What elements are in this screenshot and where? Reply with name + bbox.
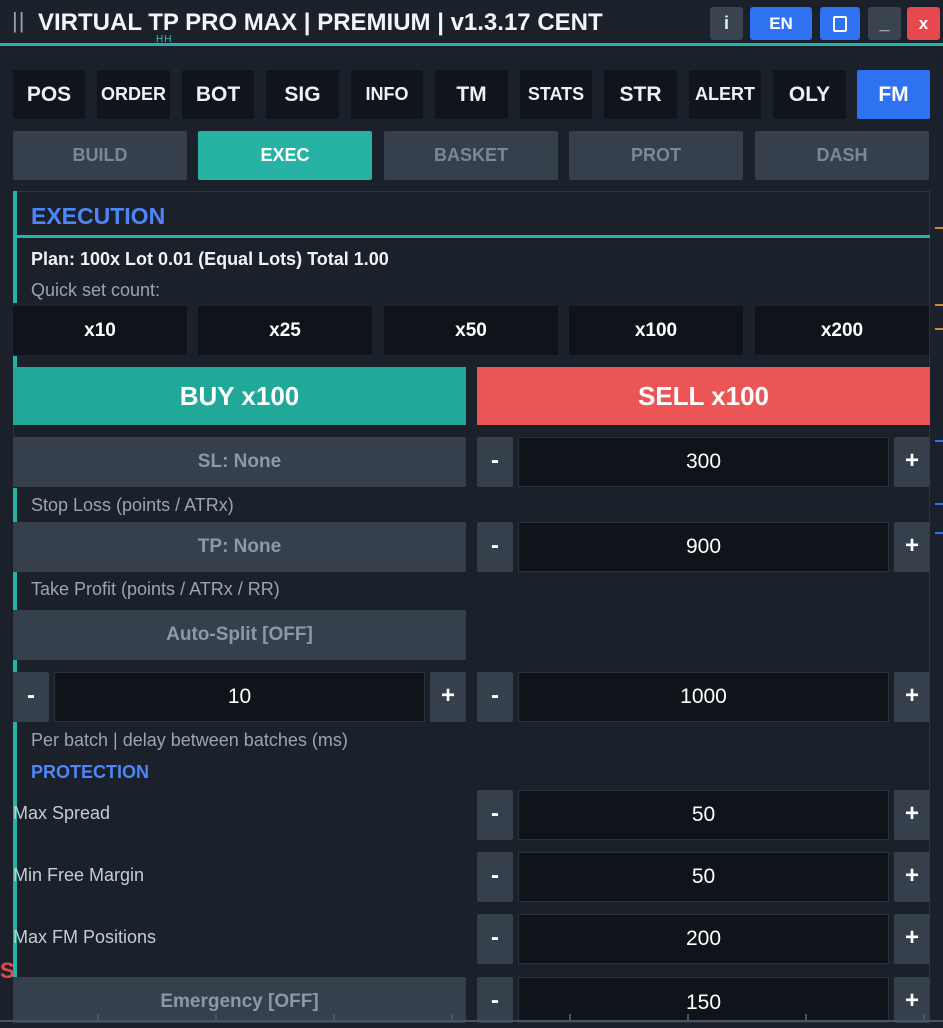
emergency-toggle[interactable]: Emergency [OFF] bbox=[13, 977, 466, 1023]
emergency-value-input[interactable]: 150 bbox=[518, 977, 889, 1023]
min-free-margin-plus-button[interactable]: + bbox=[894, 852, 930, 902]
auto-split-toggle[interactable]: Auto-Split [OFF] bbox=[13, 610, 466, 660]
accent-bar bbox=[13, 191, 17, 303]
tab-alert[interactable]: ALERT bbox=[689, 70, 761, 119]
batch-minus-button[interactable]: - bbox=[13, 672, 49, 722]
title-divider bbox=[0, 43, 943, 46]
drag-grip-icon[interactable]: || bbox=[12, 8, 25, 34]
axis-tick bbox=[923, 1014, 925, 1022]
per-batch-input[interactable]: 10 bbox=[54, 672, 425, 722]
sl-toggle-button[interactable]: SL: None bbox=[13, 437, 466, 487]
subtab-prot[interactable]: PROT bbox=[569, 131, 743, 180]
info-button[interactable]: i bbox=[710, 7, 743, 40]
min-free-margin-label: Min Free Margin bbox=[13, 865, 145, 885]
axis-tick bbox=[687, 1014, 689, 1022]
max-fm-positions-input[interactable]: 200 bbox=[518, 914, 889, 964]
quick-x200-button[interactable]: x200 bbox=[755, 306, 929, 355]
axis-tick bbox=[451, 1014, 453, 1022]
plan-summary: Plan: 100x Lot 0.01 (Equal Lots) Total 1… bbox=[31, 249, 389, 269]
sl-value-input[interactable]: 300 bbox=[518, 437, 889, 487]
tab-tm[interactable]: TM bbox=[435, 70, 508, 119]
quick-x10-button[interactable]: x10 bbox=[13, 306, 187, 355]
max-spread-plus-button[interactable]: + bbox=[894, 790, 930, 840]
tp-toggle-button[interactable]: TP: None bbox=[13, 522, 466, 572]
subtab-dash[interactable]: DASH bbox=[755, 131, 929, 180]
tab-oly[interactable]: OLY bbox=[773, 70, 846, 119]
axis-tick bbox=[97, 1014, 99, 1022]
edge-tick bbox=[935, 304, 943, 306]
bottom-axis bbox=[0, 1020, 943, 1022]
max-spread-label: Max Spread bbox=[13, 803, 111, 823]
section-title-protection: PROTECTION bbox=[31, 762, 150, 782]
axis-tick bbox=[805, 1014, 807, 1022]
close-button[interactable]: x bbox=[907, 7, 940, 40]
sl-plus-button[interactable]: + bbox=[894, 437, 930, 487]
quick-set-label: Quick set count: bbox=[31, 280, 161, 300]
max-fm-positions-label: Max FM Positions bbox=[13, 927, 157, 947]
axis-tick bbox=[333, 1014, 335, 1022]
batch-caption: Per batch | delay between batches (ms) bbox=[31, 730, 348, 750]
quick-x50-button[interactable]: x50 bbox=[384, 306, 558, 355]
max-fm-positions-plus-button[interactable]: + bbox=[894, 914, 930, 964]
subtab-basket[interactable]: BASKET bbox=[384, 131, 558, 180]
tab-fm[interactable]: FM bbox=[857, 70, 930, 119]
quick-x100-button[interactable]: x100 bbox=[569, 306, 743, 355]
tab-bot[interactable]: BOT bbox=[182, 70, 254, 119]
maximize-button[interactable] bbox=[820, 7, 860, 40]
edge-tick bbox=[935, 532, 943, 534]
tp-minus-button[interactable]: - bbox=[477, 522, 513, 572]
maximize-icon bbox=[833, 16, 847, 33]
section-divider bbox=[17, 235, 930, 238]
axis-tick bbox=[215, 1014, 217, 1022]
tab-sig[interactable]: SIG bbox=[266, 70, 339, 119]
delay-minus-button[interactable]: - bbox=[477, 672, 513, 722]
edge-tick bbox=[935, 440, 943, 442]
window-title: VIRTUAL TP PRO MAX | PREMIUM | v1.3.17 C… bbox=[38, 9, 603, 36]
tp-caption: Take Profit (points / ATRx / RR) bbox=[31, 579, 280, 599]
tp-value-input[interactable]: 900 bbox=[518, 522, 889, 572]
max-spread-minus-button[interactable]: - bbox=[477, 790, 513, 840]
delay-input[interactable]: 1000 bbox=[518, 672, 889, 722]
tab-pos[interactable]: POS bbox=[13, 70, 85, 119]
quick-x25-button[interactable]: x25 bbox=[198, 306, 372, 355]
edge-tick bbox=[935, 227, 943, 229]
buy-button[interactable]: BUY x100 bbox=[13, 367, 466, 425]
tab-info[interactable]: INFO bbox=[351, 70, 423, 119]
tab-stats[interactable]: STATS bbox=[520, 70, 592, 119]
accent-bar bbox=[13, 660, 17, 672]
accent-bar bbox=[13, 572, 17, 610]
tab-order[interactable]: ORDER bbox=[97, 70, 170, 119]
tp-plus-button[interactable]: + bbox=[894, 522, 930, 572]
tab-str[interactable]: STR bbox=[604, 70, 677, 119]
sell-button[interactable]: SELL x100 bbox=[477, 367, 930, 425]
delay-plus-button[interactable]: + bbox=[894, 672, 930, 722]
language-button[interactable]: EN bbox=[750, 7, 812, 40]
max-fm-positions-minus-button[interactable]: - bbox=[477, 914, 513, 964]
batch-plus-button[interactable]: + bbox=[430, 672, 466, 722]
subtab-build[interactable]: BUILD bbox=[13, 131, 187, 180]
axis-tick bbox=[569, 1014, 571, 1022]
subtab-exec[interactable]: EXEC bbox=[198, 131, 372, 180]
minimize-button[interactable]: _ bbox=[868, 7, 901, 40]
min-free-margin-input[interactable]: 50 bbox=[518, 852, 889, 902]
edge-tick bbox=[935, 328, 943, 330]
section-title-execution: EXECUTION bbox=[31, 203, 166, 229]
sl-minus-button[interactable]: - bbox=[477, 437, 513, 487]
emergency-minus-button[interactable]: - bbox=[477, 977, 513, 1023]
min-free-margin-minus-button[interactable]: - bbox=[477, 852, 513, 902]
max-spread-input[interactable]: 50 bbox=[518, 790, 889, 840]
accent-bar bbox=[13, 488, 17, 522]
sl-caption: Stop Loss (points / ATRx) bbox=[31, 495, 234, 515]
edge-tick bbox=[935, 503, 943, 505]
